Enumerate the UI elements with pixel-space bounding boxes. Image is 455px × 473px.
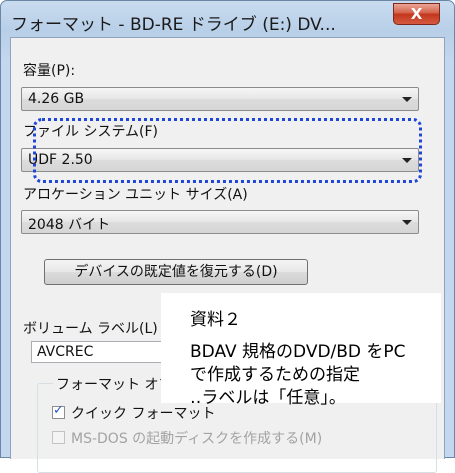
allocation-unit-label: アロケーション ユニット サイズ(A) xyxy=(23,187,248,203)
chevron-down-icon xyxy=(402,220,412,225)
annotation-line: ‥ラベルは「任意」。 xyxy=(190,388,346,408)
volume-label-label: ボリューム ラベル(L) xyxy=(23,321,158,337)
annotation-callout: 資料２ BDAV 規格のDVD/BD をPC で作成するための指定 ‥ラベルは「… xyxy=(161,293,441,408)
capacity-value: 4.26 GB xyxy=(28,91,85,107)
format-dialog: フォーマット - BD-RE ドライブ (E:) DV... X 容量(P): … xyxy=(0,0,455,473)
msdos-boot-label: MS-DOS の起動ディスクを作成する(M) xyxy=(71,431,323,447)
annotation-line: で作成するための指定 xyxy=(190,365,360,385)
close-button[interactable]: X xyxy=(393,3,440,25)
restore-defaults-button[interactable]: デバイスの既定値を復元する(D) xyxy=(44,259,308,285)
msdos-boot-checkbox[interactable] xyxy=(52,431,65,444)
annotation-title: 資料２ xyxy=(190,310,241,330)
quick-format-checkbox[interactable] xyxy=(52,403,65,419)
allocation-unit-value: 2048 バイト xyxy=(28,217,111,233)
volume-label-value: AVCREC xyxy=(37,344,94,360)
window-title: フォーマット - BD-RE ドライブ (E:) DV... xyxy=(11,15,336,35)
chevron-down-icon xyxy=(402,97,412,102)
capacity-select[interactable]: 4.26 GB xyxy=(21,87,419,111)
title-bar[interactable]: フォーマット - BD-RE ドライブ (E:) DV... X xyxy=(1,1,454,37)
capacity-label: 容量(P): xyxy=(23,63,76,79)
close-icon: X xyxy=(410,5,423,23)
allocation-unit-select[interactable]: 2048 バイト xyxy=(21,210,419,234)
annotation-line: BDAV 規格のDVD/BD をPC xyxy=(190,342,406,362)
file-system-highlight xyxy=(33,118,422,183)
